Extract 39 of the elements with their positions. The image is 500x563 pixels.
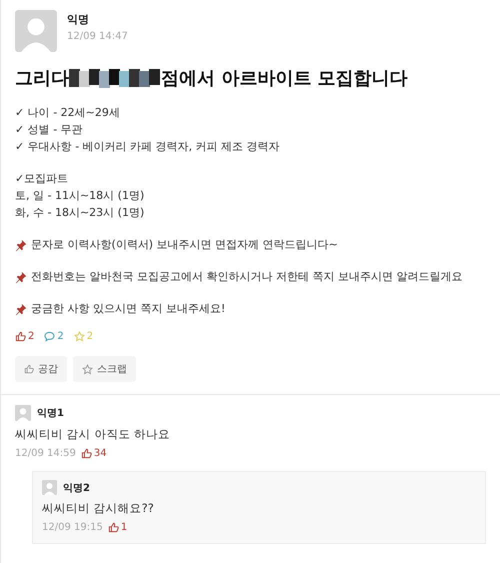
avatar-icon: [15, 10, 57, 52]
author-name: 익명: [67, 12, 90, 27]
like-count: 2: [15, 331, 34, 342]
body-text: ✓ 우대사항 - 베이커리 카페 경력자, 커피 제조 경력자: [15, 139, 281, 155]
avatar-icon: [15, 405, 31, 421]
body-text: ✓ 나이 - 22세~29세: [15, 105, 121, 121]
star-icon: [74, 331, 85, 342]
thumbs-up-icon: [108, 522, 119, 533]
star-icon: [82, 364, 93, 374]
scrap-count: 2: [74, 331, 94, 342]
avatar-icon: [42, 480, 57, 495]
body-text: 전화번호는 알바천국 모집공고에서 확인하시거나 저한테 쪽지 보내주시면 알려드릴게요: [31, 269, 462, 285]
thumbs-up-icon: [24, 364, 34, 374]
pushpin-icon: [15, 302, 27, 314]
pushpin-icon: [15, 238, 27, 250]
thumbs-up-icon: [80, 448, 92, 459]
body-text: 궁금한 사항 있으시면 쪽지 보내주세요!: [31, 301, 226, 317]
thumbs-up-icon: [15, 331, 26, 342]
comment-author: 익명2: [63, 482, 90, 494]
body-text: 화, 수 - 18시~23시 (1명): [15, 205, 146, 221]
comment-text: 씨씨티비 감시해요??: [42, 501, 155, 516]
speech-bubble-icon: [44, 331, 56, 342]
comment-time: 12/09 19:15: [42, 522, 103, 533]
like-button[interactable]: 공감: [15, 356, 67, 382]
post-time: 12/09 14:47: [67, 31, 128, 42]
body-text: ✓모집파트: [15, 171, 70, 187]
comment-time: 12/09 14:59: [15, 448, 76, 459]
body-text: 문자로 이력사항(이력서) 보내주시면 면접자께 연락드립니다~: [31, 237, 338, 253]
comment-count: 2: [44, 331, 64, 342]
pushpin-icon: [15, 270, 27, 282]
comment-text: 씨씨티비 감시 아직도 하나요: [15, 427, 171, 442]
scrap-button[interactable]: 스크랩: [73, 356, 136, 382]
post-title: 그리다: [15, 67, 69, 90]
comment-like-count: 34: [80, 448, 107, 459]
body-text: ✓ 성별 - 무관: [15, 122, 84, 138]
comment-author: 익명1: [37, 407, 64, 420]
post-title: 점에서 아르바이트 모집합니다: [161, 67, 408, 90]
body-text: 토, 일 - 11시~18시 (1명): [15, 188, 146, 204]
comment-like-count: 1: [108, 522, 128, 533]
